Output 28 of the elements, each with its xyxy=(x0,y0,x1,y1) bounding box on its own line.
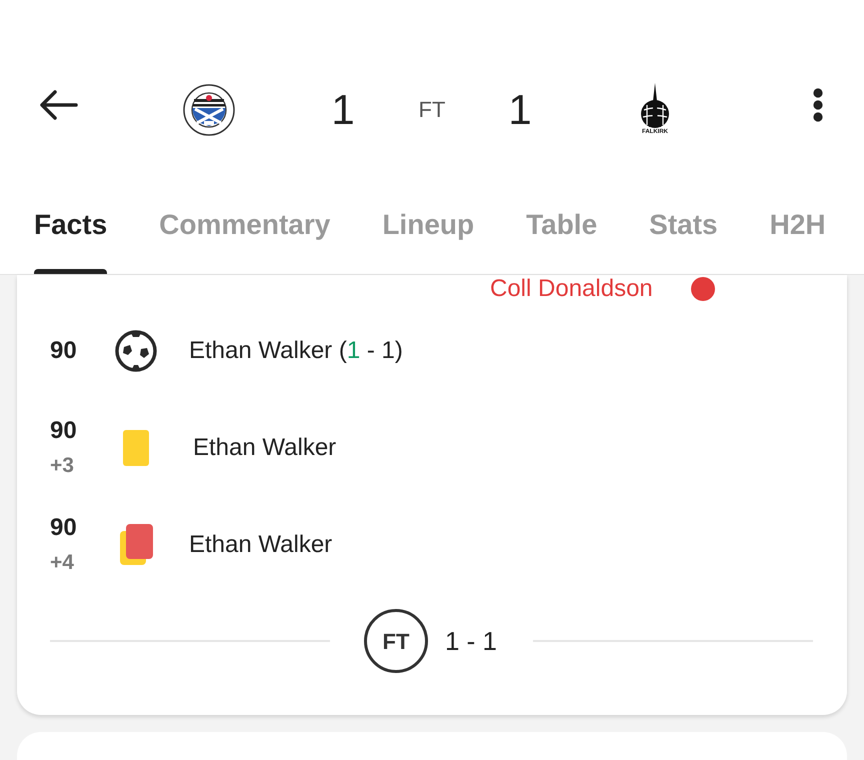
player-name: Ethan Walker xyxy=(189,530,332,560)
football-icon xyxy=(115,330,157,372)
event-minute: 90 xyxy=(50,336,77,366)
dot-icon xyxy=(690,276,715,300)
added-time: +3 xyxy=(50,452,74,478)
spire-crest-icon xyxy=(638,83,672,130)
player-name: Ethan Walker xyxy=(193,432,336,462)
card-icon xyxy=(123,430,149,466)
player-name: Coll Donaldson xyxy=(490,275,653,302)
stacked-cards-icon xyxy=(120,524,152,565)
home-score: 1 xyxy=(330,86,356,134)
tab[interactable]: Commentary xyxy=(159,209,330,274)
tab[interactable]: Facts xyxy=(34,209,108,274)
match-status: FT xyxy=(418,96,446,124)
goal-scorer: Ethan Walker (1 - 1) xyxy=(189,336,403,366)
tab[interactable]: H2H xyxy=(770,209,826,274)
event-minute: 90 xyxy=(50,416,77,446)
club-crest-icon xyxy=(183,84,235,136)
more-options-icon[interactable] xyxy=(812,88,824,122)
tab[interactable]: Lineup xyxy=(382,209,474,274)
final-score: 1 - 1 xyxy=(444,624,498,658)
tab[interactable]: Stats xyxy=(649,209,718,274)
tab[interactable]: Table xyxy=(526,209,598,274)
event-minute: 90 xyxy=(50,512,77,542)
full-time-marker: FT xyxy=(364,609,428,673)
away-score: 1 xyxy=(507,86,533,134)
added-time: +4 xyxy=(50,550,74,576)
back-arrow-icon[interactable] xyxy=(40,90,78,120)
